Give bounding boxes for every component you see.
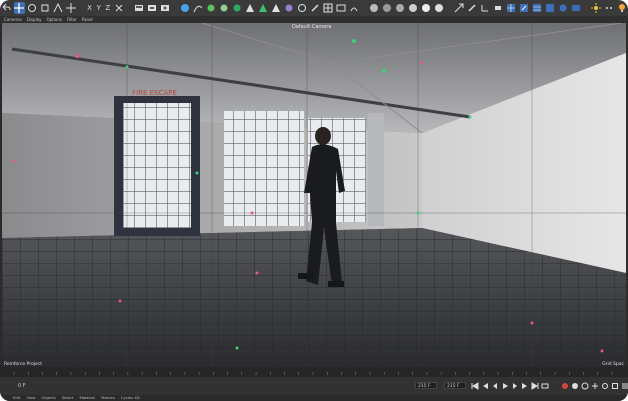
render-view-icon[interactable] [134, 2, 145, 14]
record-icon[interactable] [560, 381, 569, 390]
table-icon[interactable] [322, 2, 333, 14]
go-to-start-icon[interactable] [470, 381, 479, 390]
workplane-icon[interactable] [505, 2, 516, 14]
sphere-quick-icon[interactable] [407, 2, 418, 14]
texture-icon[interactable] [296, 2, 307, 14]
grid-icon[interactable] [531, 2, 542, 14]
render-picture-viewer-icon[interactable] [147, 2, 158, 14]
viewport-scene: FIRE ESCAPE [2, 23, 626, 367]
cloner-icon[interactable] [219, 2, 230, 14]
keyframe-selection-icon[interactable] [580, 381, 589, 390]
menu-filter[interactable]: Filter [67, 16, 77, 23]
rotate-icon[interactable] [27, 2, 38, 14]
camera-label[interactable]: Default Camera [292, 24, 331, 30]
subdivision-icon[interactable] [206, 2, 217, 14]
scale-key-icon[interactable] [610, 381, 619, 390]
bottom-menu-material[interactable]: Material [79, 395, 94, 401]
scale-icon[interactable] [40, 2, 51, 14]
brush-icon[interactable] [466, 2, 477, 14]
floor-icon[interactable] [544, 2, 555, 14]
material-manager-bar: Edit View Objects Select Material Textur… [0, 395, 628, 401]
snap-icon[interactable] [453, 2, 464, 14]
deformer-icon[interactable] [232, 2, 243, 14]
sky-icon[interactable] [557, 2, 568, 14]
bottom-menu-texture[interactable]: Texture [101, 395, 115, 401]
menu-display[interactable]: Display [27, 16, 42, 23]
bottom-menu-edit[interactable]: Edit [13, 395, 20, 401]
menu-panel[interactable]: Panel [82, 16, 93, 23]
next-key-icon[interactable] [520, 381, 529, 390]
undo-icon[interactable] [1, 2, 12, 14]
light-bulb-icon[interactable] [616, 2, 627, 14]
solo-icon[interactable] [492, 2, 503, 14]
display-icon[interactable] [570, 2, 581, 14]
sign-text: FIRE ESCAPE [132, 89, 177, 97]
3d-viewport[interactable]: FIRE ESCAPE Default Camera Reinforce Pro… [2, 23, 626, 367]
loop-icon[interactable] [540, 381, 549, 390]
spline-pen-icon[interactable] [193, 2, 204, 14]
menu-options[interactable]: Options [47, 16, 62, 23]
cube-icon[interactable] [180, 2, 191, 14]
sun-icon[interactable] [590, 2, 601, 14]
menu-cameras[interactable]: Cameras [4, 16, 22, 23]
autokey-icon[interactable] [570, 381, 579, 390]
main-toolbar: X Y Z [0, 0, 628, 16]
sphere-iso-icon[interactable] [433, 2, 444, 14]
position-key-icon[interactable] [590, 381, 599, 390]
end-frame-field[interactable]: 215 F [444, 382, 466, 389]
sphere-shaded-icon[interactable] [368, 2, 379, 14]
move-tool-icon[interactable] [13, 2, 25, 14]
bottom-menu-objects[interactable]: Objects [41, 395, 55, 401]
previous-key-icon[interactable] [480, 381, 489, 390]
sphere-box-icon[interactable] [420, 2, 431, 14]
environment-icon[interactable] [245, 2, 256, 14]
film-icon[interactable] [335, 2, 346, 14]
live-selection-icon[interactable] [53, 2, 64, 14]
sculpt-icon[interactable] [309, 2, 320, 14]
render-settings-icon[interactable] [160, 2, 171, 14]
axis-icon[interactable] [479, 2, 490, 14]
sphere-wire-icon[interactable] [394, 2, 405, 14]
bottom-menu-select[interactable]: Select [62, 395, 74, 401]
world-icon[interactable] [113, 2, 124, 14]
cinema4d-window: X Y Z Cameras Display Options Filter Pan… [0, 0, 628, 401]
transport-bar: 0 F 215 F 215 F [0, 377, 628, 395]
viewport-menu-bar: Cameras Display Options Filter Panel [0, 16, 628, 23]
camera-icon[interactable] [258, 2, 269, 14]
z-axis-toggle[interactable]: Z [103, 2, 112, 14]
y-axis-toggle[interactable]: Y [94, 2, 103, 14]
snapping-icon[interactable] [518, 2, 529, 14]
move-arrows-icon[interactable] [66, 2, 77, 14]
timeline-ruler[interactable]: 0510152025303540455055606570758085909510… [0, 367, 628, 381]
rotation-key-icon[interactable] [600, 381, 609, 390]
timeline-settings-icon[interactable] [620, 381, 628, 390]
preview-end-field[interactable]: 215 F [415, 382, 437, 389]
next-frame-icon[interactable] [510, 381, 519, 390]
go-to-end-icon[interactable] [530, 381, 539, 390]
x-axis-toggle[interactable]: X [85, 2, 94, 14]
dots-icon[interactable] [603, 2, 614, 14]
paint-icon[interactable] [348, 2, 359, 14]
playback-controls [470, 381, 550, 390]
record-controls [560, 381, 628, 390]
sphere-lines-icon[interactable] [381, 2, 392, 14]
current-frame-field[interactable]: 0 F [18, 383, 26, 389]
tag-icon[interactable] [283, 2, 294, 14]
bottom-menu-cycles[interactable]: Cycles 4D [121, 395, 140, 401]
light-icon[interactable] [270, 2, 281, 14]
play-icon[interactable] [500, 381, 509, 390]
bottom-menu-view[interactable]: View [26, 395, 35, 401]
previous-frame-icon[interactable] [490, 381, 499, 390]
